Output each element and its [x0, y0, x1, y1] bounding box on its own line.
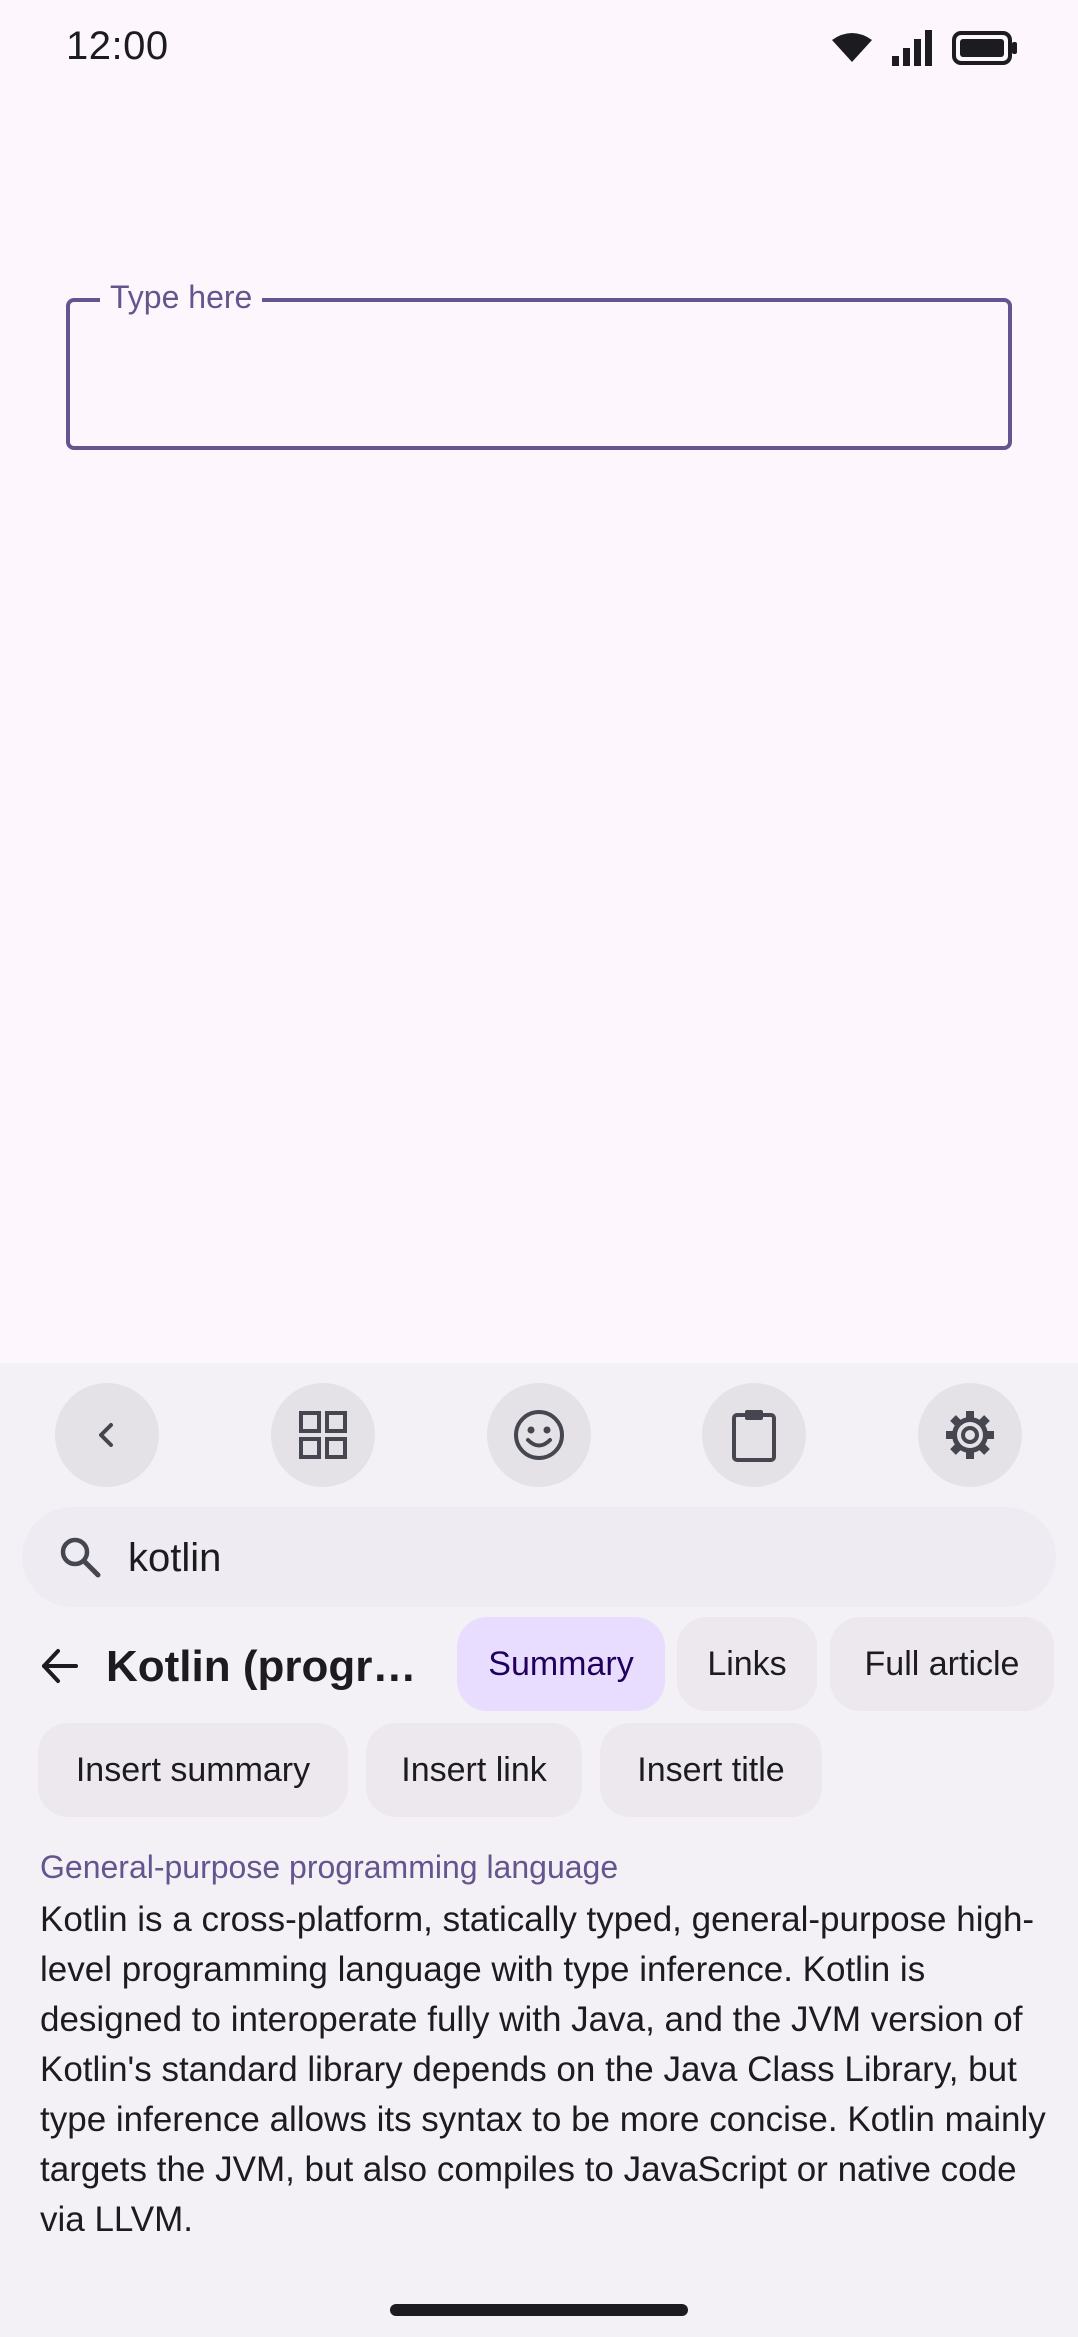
insert-summary-button[interactable]: Insert summary	[38, 1723, 348, 1817]
text-input[interactable]	[70, 302, 1008, 446]
text-field-label: Type here	[100, 278, 263, 316]
tab-links[interactable]: Links	[677, 1617, 817, 1711]
home-indicator[interactable]	[390, 2304, 688, 2316]
arrow-back-icon[interactable]	[36, 1643, 82, 1694]
article-summary: Kotlin is a cross-platform, statically t…	[40, 1900, 1046, 2239]
status-bar: 12:00	[0, 0, 1078, 96]
keyboard-panel: kotlin Kotlin (programming language) Sum…	[0, 1363, 1078, 2337]
search-icon	[58, 1535, 102, 1584]
status-time: 12:00	[66, 24, 169, 68]
search-box[interactable]: kotlin	[22, 1507, 1056, 1607]
settings-button[interactable]	[918, 1383, 1022, 1487]
keyboard-toolbar	[0, 1383, 1078, 1487]
back-button[interactable]	[55, 1383, 159, 1487]
apps-grid-button[interactable]	[271, 1383, 375, 1487]
battery-icon	[952, 31, 1018, 65]
screen: 12:00 Type here kotlin Kotlin (program S…	[0, 0, 1078, 2337]
emoji-icon	[512, 1408, 566, 1462]
gear-icon	[942, 1407, 998, 1463]
grid-icon	[297, 1409, 349, 1461]
clipboard-icon	[729, 1407, 779, 1463]
tab-summary[interactable]: Summary	[457, 1617, 665, 1711]
insert-link-button[interactable]: Insert link	[366, 1723, 582, 1817]
text-field[interactable]	[66, 298, 1012, 450]
article-header-row: Kotlin (programming language) Summary Li…	[0, 1617, 1078, 1721]
tab-full-article[interactable]: Full article	[830, 1617, 1054, 1711]
insert-title-button[interactable]: Insert title	[600, 1723, 822, 1817]
wifi-icon	[832, 32, 872, 64]
chevron-left-icon	[87, 1415, 127, 1455]
search-query[interactable]: kotlin	[128, 1535, 221, 1581]
insert-actions-row: Insert summary Insert link Insert title	[0, 1723, 1078, 1817]
emoji-button[interactable]	[487, 1383, 591, 1487]
status-icons	[832, 28, 1018, 68]
article-subtitle: General-purpose programming language	[40, 1849, 619, 1885]
clipboard-button[interactable]	[702, 1383, 806, 1487]
signal-icon	[890, 30, 934, 66]
article-title: Kotlin (programming language)	[106, 1642, 436, 1691]
